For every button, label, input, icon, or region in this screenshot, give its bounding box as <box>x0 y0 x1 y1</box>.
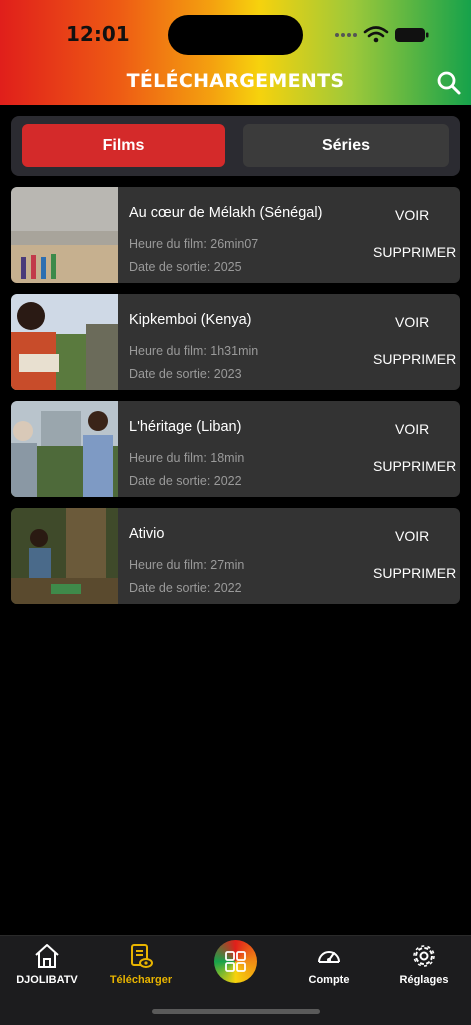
delete-button[interactable]: SUPPRIMER <box>373 351 456 367</box>
movie-duration: Heure du film: 1h31min <box>129 344 258 358</box>
movie-duration: Heure du film: 27min <box>129 558 244 572</box>
delete-button[interactable]: SUPPRIMER <box>373 244 456 260</box>
speedometer-icon <box>315 942 343 970</box>
movie-title: Au cœur de Mélakh (Sénégal) <box>129 205 322 221</box>
grid-icon <box>214 940 257 983</box>
tab-films[interactable]: Films <box>22 124 225 167</box>
tab-download-label: Télécharger <box>94 974 188 986</box>
delete-button[interactable]: SUPPRIMER <box>373 565 456 581</box>
download-item[interactable]: Au cœur de Mélakh (Sénégal) Heure du fil… <box>11 187 460 283</box>
movie-release-date: Date de sortie: 2022 <box>129 581 242 595</box>
watch-button[interactable]: VOIR <box>395 528 429 544</box>
tab-home[interactable]: DJOLIBATV <box>0 942 94 986</box>
movie-thumbnail <box>11 401 118 497</box>
movie-duration: Heure du film: 18min <box>129 451 244 465</box>
signal-icon <box>335 33 357 37</box>
segment-control: Films Séries <box>11 116 460 176</box>
download-doc-icon <box>127 942 155 970</box>
watch-button[interactable]: VOIR <box>395 314 429 330</box>
search-icon[interactable] <box>436 70 462 96</box>
movie-title: Ativio <box>129 526 164 542</box>
movie-thumbnail <box>11 187 118 283</box>
center-menu-button[interactable] <box>214 940 257 983</box>
gear-icon <box>410 942 438 970</box>
download-item[interactable]: Kipkemboi (Kenya) Heure du film: 1h31min… <box>11 294 460 390</box>
wifi-icon <box>365 28 387 37</box>
download-item[interactable]: L'héritage (Liban) Heure du film: 18min … <box>11 401 460 497</box>
movie-title: L'héritage (Liban) <box>129 419 241 435</box>
movie-thumbnail <box>11 508 118 604</box>
tab-settings-label: Réglages <box>377 974 471 986</box>
movie-title: Kipkemboi (Kenya) <box>129 312 252 328</box>
download-item[interactable]: Ativio Heure du film: 27min Date de sort… <box>11 508 460 604</box>
status-icons <box>334 24 434 46</box>
page-title: TÉLÉCHARGEMENTS <box>0 70 471 92</box>
dynamic-island <box>168 15 303 55</box>
home-indicator <box>152 1009 320 1014</box>
battery-icon <box>395 28 429 42</box>
movie-release-date: Date de sortie: 2023 <box>129 367 242 381</box>
app-header: 12:01 TÉLÉCHARGEMENTS <box>0 0 471 105</box>
movie-duration: Heure du film: 26min07 <box>129 237 258 251</box>
tab-series[interactable]: Séries <box>243 124 449 167</box>
tab-settings[interactable]: Réglages <box>377 942 471 986</box>
tab-home-label: DJOLIBATV <box>0 974 94 986</box>
movie-thumbnail <box>11 294 118 390</box>
tab-account[interactable]: Compte <box>282 942 376 986</box>
delete-button[interactable]: SUPPRIMER <box>373 458 456 474</box>
home-icon <box>33 942 61 970</box>
movie-release-date: Date de sortie: 2025 <box>129 260 242 274</box>
watch-button[interactable]: VOIR <box>395 207 429 223</box>
status-time: 12:01 <box>66 22 130 46</box>
watch-button[interactable]: VOIR <box>395 421 429 437</box>
movie-release-date: Date de sortie: 2022 <box>129 474 242 488</box>
tab-download[interactable]: Télécharger <box>94 942 188 986</box>
tab-account-label: Compte <box>282 974 376 986</box>
